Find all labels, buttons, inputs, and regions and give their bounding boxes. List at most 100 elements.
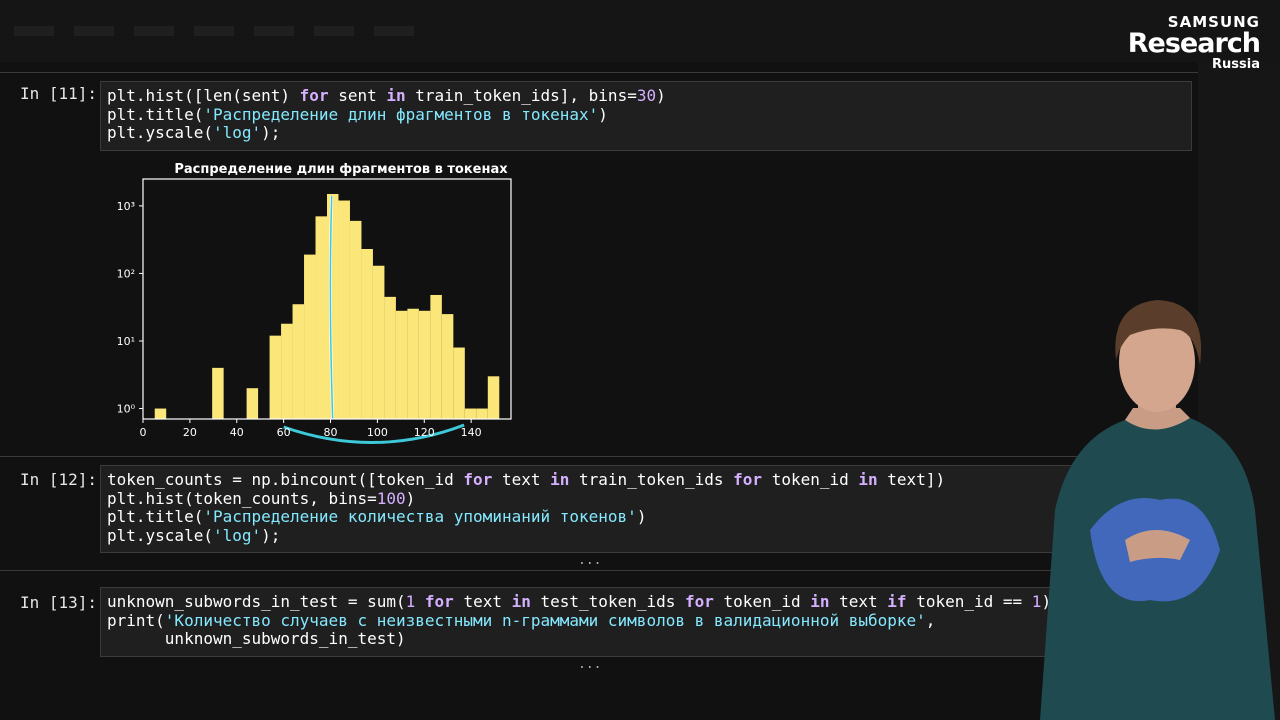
histogram-bar xyxy=(487,376,500,419)
notebook-cell-13[interactable]: In [13]: unknown_subwords_in_test = sum(… xyxy=(0,570,1198,672)
histogram-bar xyxy=(212,367,224,419)
histogram-bar xyxy=(453,347,465,419)
code-string: 'Распределение длин фрагментов в токенах… xyxy=(203,104,599,124)
code-token: plt.yscale( xyxy=(107,123,213,143)
code-keyword: in xyxy=(810,592,830,611)
x-tick-label: 80 xyxy=(324,426,338,439)
code-number: 100 xyxy=(376,488,406,508)
code-line: plt.hist(token_counts, bins=100) xyxy=(107,488,1185,509)
histogram-bar xyxy=(315,216,327,419)
code-line: unknown_subwords_in_test) xyxy=(107,630,1185,649)
x-tick-label: 0 xyxy=(140,426,147,439)
code-string: 'log' xyxy=(212,526,262,546)
code-token: train_token_ids], bins= xyxy=(405,86,637,105)
code-line: plt.yscale('log'); xyxy=(107,526,1185,546)
code-token: ); xyxy=(261,526,281,546)
code-editor[interactable]: unknown_subwords_in_test = sum(1 for tex… xyxy=(100,587,1192,657)
code-editor[interactable]: plt.hist([len(sent) for sent in train_to… xyxy=(100,81,1192,151)
code-string: 'log' xyxy=(212,123,262,143)
code-token: unknown_subwords_in_test) xyxy=(107,629,406,649)
presenter-video-overlay xyxy=(1040,300,1275,720)
histogram-bar xyxy=(395,310,408,419)
histogram-bar xyxy=(372,265,385,419)
code-keyword: in xyxy=(511,592,531,611)
histogram-bar xyxy=(349,220,362,419)
code-token: text]) xyxy=(877,470,946,489)
chart-title: Распределение длин фрагментов в токенах xyxy=(174,162,508,177)
histogram-bar xyxy=(246,388,259,419)
histogram-bar xyxy=(304,254,316,419)
code-line: plt.hist([len(sent) for sent in train_to… xyxy=(107,86,1185,106)
code-keyword: for xyxy=(463,470,493,489)
code-token: unknown_subwords_in_test = sum( xyxy=(107,592,406,611)
histogram-bar xyxy=(418,310,431,419)
code-keyword: in xyxy=(550,470,570,489)
toolbar-buttons-faded xyxy=(14,26,414,36)
histogram-bar xyxy=(464,408,477,419)
code-token: plt.yscale( xyxy=(107,526,213,546)
histogram-bar xyxy=(441,314,454,419)
code-string: 'Распределение количества упоминаний ток… xyxy=(203,507,637,527)
x-tick-label: 120 xyxy=(414,426,435,439)
code-token: ); xyxy=(261,123,281,143)
code-token: token_id == xyxy=(906,592,1032,611)
x-tick-label: 140 xyxy=(461,426,482,439)
x-tick-label: 40 xyxy=(230,426,244,439)
code-token: test_token_ids xyxy=(530,592,685,611)
code-line: plt.title('Распределение количества упом… xyxy=(107,508,1185,527)
code-token: train_token_ids xyxy=(569,470,734,489)
code-token: ) xyxy=(405,488,416,508)
code-token: plt.hist([ xyxy=(107,86,204,105)
notebook-area: In [11]: plt.hist([len(sent) for sent in… xyxy=(0,62,1198,720)
histogram-bar xyxy=(384,296,396,419)
x-tick-label: 100 xyxy=(367,426,388,439)
code-token: token_counts = np.bincount([token_id xyxy=(107,470,464,489)
code-token: len xyxy=(203,86,233,105)
histogram-bar xyxy=(476,408,488,419)
code-keyword: in xyxy=(858,470,878,489)
code-token: (sent) xyxy=(232,86,300,105)
y-tick-label: 10³ xyxy=(117,200,135,213)
code-token: plt.title( xyxy=(107,507,204,527)
histogram-bar xyxy=(361,248,373,419)
code-editor[interactable]: token_counts = np.bincount([token_id for… xyxy=(100,465,1192,553)
code-line: print('Количество случаев с неизвестными… xyxy=(107,610,1185,631)
code-keyword: if xyxy=(887,592,907,611)
code-token: plt.hist(token_counts, bins= xyxy=(107,488,377,508)
histogram-bar xyxy=(338,200,350,419)
code-keyword: for xyxy=(685,592,714,611)
histogram-bar xyxy=(407,308,419,419)
code-keyword: for xyxy=(733,470,763,489)
code-token: token_id xyxy=(713,592,811,611)
cell-prompt: In [11]: xyxy=(20,84,98,103)
y-tick-label: 10² xyxy=(117,267,135,280)
histogram-bar xyxy=(281,323,293,419)
code-token: ) xyxy=(656,86,666,105)
x-tick-label: 60 xyxy=(277,426,291,439)
output-collapsed-ellipsis[interactable]: ... xyxy=(578,553,601,568)
code-keyword: for xyxy=(424,592,454,611)
histogram-bar xyxy=(292,304,305,419)
code-number: 1 xyxy=(405,592,416,611)
code-token: ) xyxy=(598,104,608,124)
histogram-chart: Распределение длин фрагментов в токенах … xyxy=(117,162,512,444)
code-token: text xyxy=(453,592,512,611)
code-string: 'Количество случаев с неизвестными n-гра… xyxy=(164,610,926,630)
y-tick-label: 10¹ xyxy=(117,335,135,348)
notebook-cell-11[interactable]: In [11]: plt.hist([len(sent) for sent in… xyxy=(0,72,1198,457)
code-token: plt.title( xyxy=(107,104,204,124)
code-line: plt.title('Распределение длин фрагментов… xyxy=(107,104,1185,125)
notebook-cell-12[interactable]: In [12]: token_counts = np.bincount([tok… xyxy=(0,456,1198,568)
code-token: , xyxy=(925,610,936,630)
code-token: print( xyxy=(107,610,165,630)
histogram-bar xyxy=(269,335,282,419)
code-token: sent xyxy=(328,86,387,105)
code-keyword: for xyxy=(299,86,329,105)
code-number: 30 xyxy=(636,86,657,105)
code-keyword: in xyxy=(386,86,406,105)
histogram-bar xyxy=(430,294,442,419)
histogram-bar xyxy=(154,408,167,419)
code-token: text xyxy=(492,470,551,489)
output-collapsed-ellipsis[interactable]: ... xyxy=(578,657,601,672)
